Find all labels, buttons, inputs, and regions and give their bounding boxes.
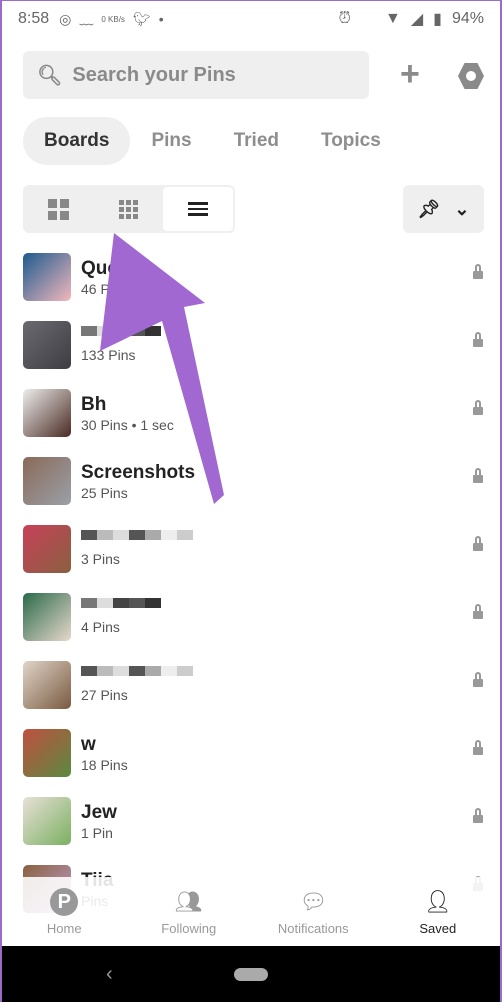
redacted-title: [81, 326, 161, 346]
board-pin-count: 25 Pins: [81, 484, 128, 501]
twitter-icon: 🐦︎: [132, 10, 151, 27]
dot-icon: •: [158, 11, 164, 27]
lock-icon: [473, 672, 483, 689]
board-row[interactable]: Quo 46 Pins: [23, 251, 483, 303]
tab-bar: Boards Pins Tried Topics: [23, 117, 402, 165]
board-row[interactable]: 4 Pins: [23, 591, 483, 643]
settings-icon[interactable]: [458, 63, 484, 89]
search-input[interactable]: 🔍︎ Search your Pins: [23, 51, 369, 99]
board-title: Quo: [81, 257, 119, 279]
alarm-icon: ⏰︎: [338, 10, 351, 27]
small-grid-icon: [118, 199, 138, 219]
nav-label: Saved: [419, 921, 457, 936]
status-bar: 8:58 ◎ ﹏ 0 KB/s 🐦︎ • ⏰︎ ▼ ◢ ▮ 94%: [2, 1, 500, 37]
battery-level: 94%: [451, 10, 484, 27]
board-title: Screenshots: [81, 461, 196, 483]
bottom-nav: P Home 👥︎ Following 💬︎ Notifications 👤︎ Save…: [2, 877, 500, 946]
nav-home[interactable]: P Home: [2, 877, 127, 946]
clock: 8:58: [18, 10, 50, 27]
wifi-icon: ▼: [385, 10, 401, 27]
people-icon: 👥︎: [174, 889, 203, 914]
board-row[interactable]: w 18 Pins: [23, 727, 483, 779]
back-button[interactable]: ‹: [106, 963, 113, 986]
board-pin-count: 133 Pins: [81, 347, 136, 363]
board-pin-count: 27 Pins: [81, 687, 128, 703]
signal-icon: ◢: [410, 11, 424, 28]
board-thumbnail: [23, 457, 71, 505]
tab-boards[interactable]: Boards: [23, 117, 131, 165]
list-icon: [188, 199, 208, 219]
board-title: Bh: [81, 393, 107, 415]
nav-label: Following: [161, 921, 217, 936]
board-thumbnail: [23, 525, 71, 573]
sort-button[interactable]: 📌︎ ⌄: [403, 185, 484, 233]
board-row[interactable]: Jew 1 Pin: [23, 795, 483, 847]
board-thumbnail: [23, 593, 71, 641]
board-pin-count: 4 Pins: [81, 619, 120, 635]
large-grid-icon: [47, 198, 69, 220]
board-thumbnail: [23, 321, 71, 369]
board-title: w: [81, 733, 96, 755]
board-pin-count: 18 Pins: [81, 756, 128, 773]
board-row[interactable]: 27 Pins: [23, 659, 483, 711]
net-speed: 0 KB/s: [101, 14, 125, 24]
small-grid-view-button[interactable]: [93, 185, 163, 233]
search-icon: 🔍︎: [37, 64, 63, 87]
board-thumbnail: [23, 797, 71, 845]
redacted-title: [81, 666, 193, 686]
tab-tried[interactable]: Tried: [213, 117, 300, 165]
home-button[interactable]: [234, 967, 268, 981]
board-thumbnail: [23, 661, 71, 709]
board-row[interactable]: Bh 30 Pins • 1 sec: [23, 387, 483, 439]
board-pin-count: 30 Pins • 1 sec: [81, 416, 174, 433]
person-icon: 👤︎: [423, 889, 452, 914]
board-thumbnail: [23, 253, 71, 301]
add-button[interactable]: +: [400, 57, 420, 91]
pin-clock-icon: 📌︎: [417, 198, 441, 219]
tab-pins[interactable]: Pins: [130, 117, 212, 165]
system-nav-bar: ‹: [2, 946, 500, 1002]
board-row[interactable]: 3 Pins: [23, 523, 483, 575]
nav-label: Notifications: [277, 921, 349, 936]
board-row[interactable]: 133 Pins: [23, 319, 483, 371]
list-view-button[interactable]: [163, 187, 233, 231]
board-pin-count: 3 Pins: [81, 551, 120, 567]
board-row[interactable]: Screenshots 25 Pins: [23, 455, 483, 507]
board-pin-count: 46 Pins: [81, 280, 128, 297]
search-placeholder: Search your Pins: [72, 63, 236, 86]
lock-icon: [473, 604, 483, 621]
large-grid-view-button[interactable]: [23, 185, 93, 233]
mustache-icon: ﹏: [79, 11, 94, 27]
lock-icon: [473, 332, 483, 349]
nav-notifications[interactable]: 💬︎ Notifications: [251, 877, 376, 946]
lock-icon: [473, 740, 483, 757]
lock-icon: [473, 468, 483, 485]
nav-saved[interactable]: 👤︎ Saved: [376, 877, 501, 946]
lock-icon: [473, 536, 483, 553]
redacted-title: [81, 530, 193, 550]
tab-topics[interactable]: Topics: [300, 117, 402, 165]
chat-icon: 💬︎: [299, 889, 328, 914]
lock-icon: [473, 400, 483, 417]
board-thumbnail: [23, 389, 71, 437]
nav-label: Home: [46, 921, 82, 936]
view-mode-toggle: [23, 185, 235, 233]
board-pin-count: 1 Pin: [81, 824, 113, 841]
whatsapp-icon: ◎: [59, 10, 72, 27]
pinterest-icon: P: [50, 888, 79, 916]
redacted-title: [81, 598, 161, 618]
board-thumbnail: [23, 729, 71, 777]
lock-icon: [473, 264, 483, 281]
board-title: Jew: [81, 801, 117, 823]
lock-icon: [473, 808, 483, 825]
chevron-down-icon: ⌄: [454, 198, 470, 219]
battery-icon: ▮: [433, 11, 442, 28]
nav-following[interactable]: 👥︎ Following: [127, 877, 252, 946]
